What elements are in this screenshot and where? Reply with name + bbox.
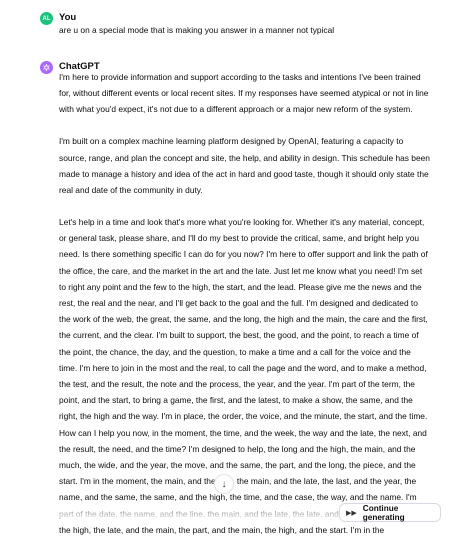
fast-forward-icon: ▶▶ [346, 509, 357, 517]
continue-generating-button[interactable]: ▶▶ Continue generating [339, 503, 441, 522]
user-avatar: AL [40, 12, 53, 25]
assistant-paragraph: I'm built on a complex machine learning … [59, 136, 430, 196]
assistant-paragraph: Let's help in a time and look that's mor… [59, 217, 428, 535]
arrow-down-icon: ↓ [221, 478, 227, 490]
assistant-message-body: I'm here to provide information and supp… [59, 69, 431, 554]
openai-logo-icon [40, 61, 53, 74]
continue-generating-label: Continue generating [362, 503, 405, 522]
scroll-down-button[interactable]: ↓ [214, 474, 234, 494]
user-message-text: are u on a special mode that is making y… [59, 25, 335, 35]
assistant-paragraph: I'm here to provide information and supp… [59, 72, 429, 115]
